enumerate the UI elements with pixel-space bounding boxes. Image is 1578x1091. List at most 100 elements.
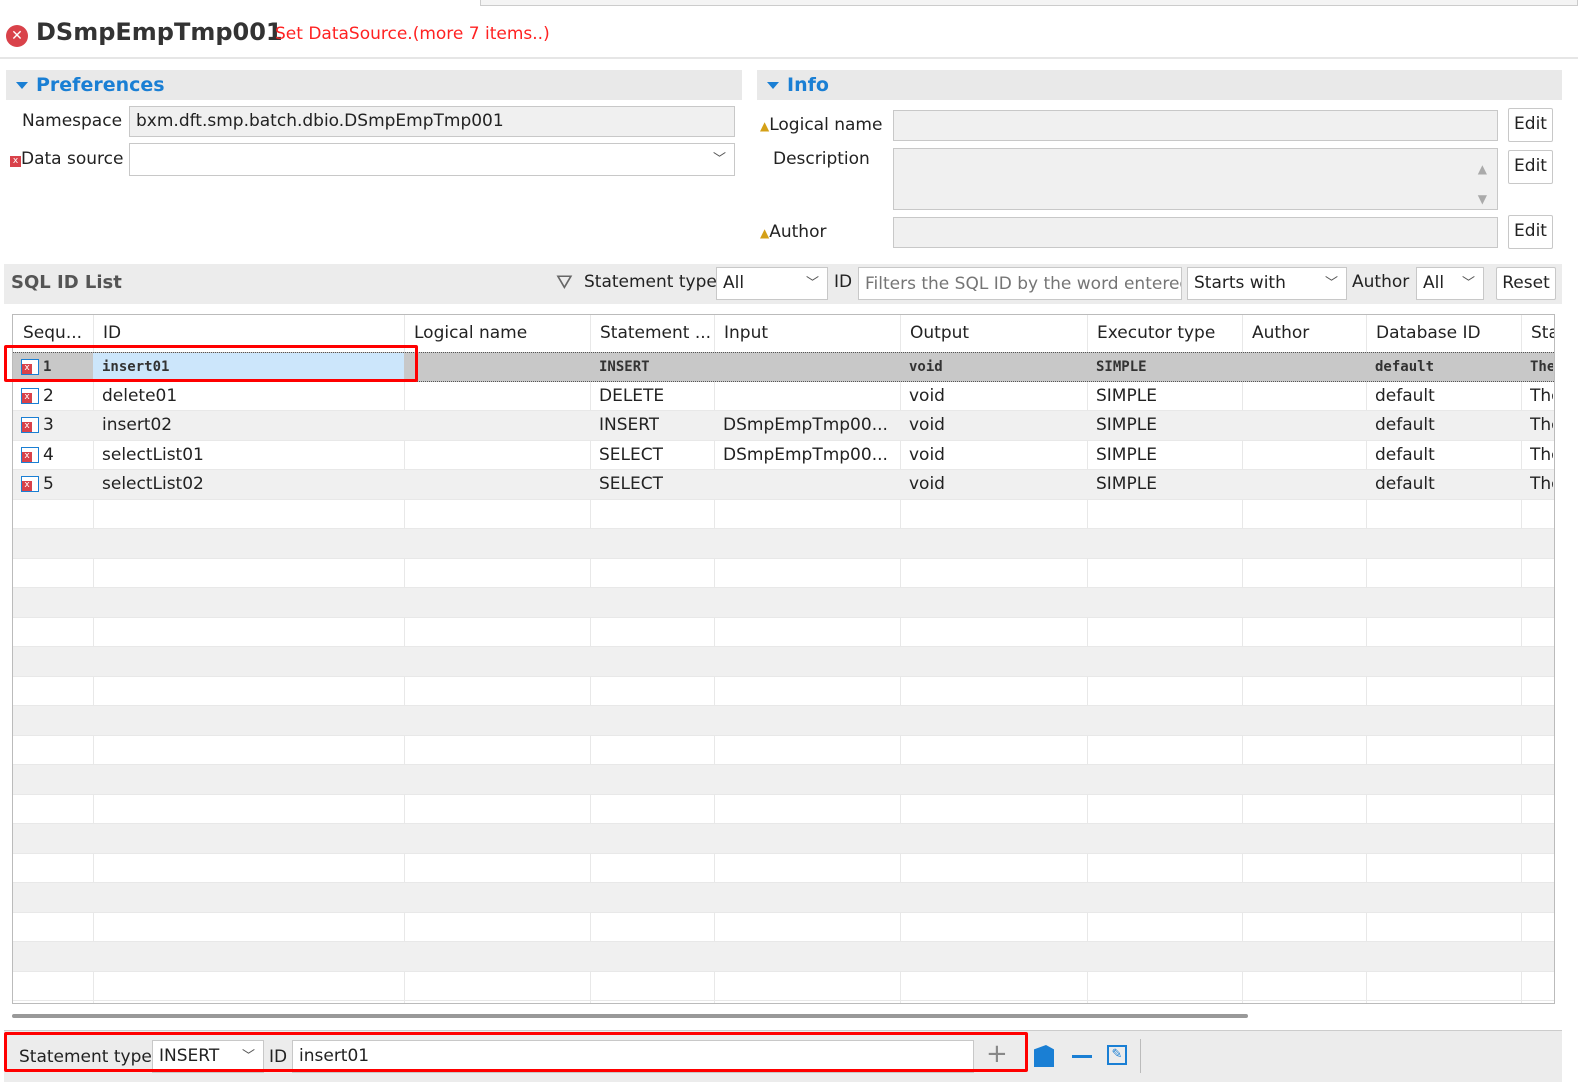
table-cell: SIMPLE: [1096, 415, 1157, 435]
description-label: Description: [773, 149, 870, 169]
empty-row: [13, 854, 1554, 883]
table-cell: 5: [43, 474, 54, 494]
column-header[interactable]: Sta: [1531, 323, 1554, 343]
table-cell: void: [909, 359, 943, 375]
horizontal-scrollbar[interactable]: [12, 1014, 1248, 1018]
namespace-field[interactable]: bxm.dft.smp.batch.dbio.DSmpEmpTmp001: [129, 106, 735, 137]
table-cell: SIMPLE: [1096, 444, 1157, 465]
table-cell: default: [1375, 385, 1435, 406]
empty-row: [13, 765, 1554, 795]
empty-row: [13, 588, 1554, 618]
top-strip: [480, 0, 1578, 6]
table-cell: The: [1530, 385, 1553, 406]
table-cell: The: [1530, 474, 1553, 494]
match-mode-value: Starts with: [1194, 273, 1286, 293]
warning-icon: ▲: [760, 119, 770, 133]
table-cell: SELECT: [599, 474, 663, 494]
chevron-down-icon: ﹀: [805, 276, 819, 291]
error-message[interactable]: Set DataSource.(more 7 items..): [275, 24, 550, 44]
scroll-down-icon[interactable]: ▼: [1478, 185, 1487, 214]
table-cell: void: [909, 474, 945, 494]
sql-error-icon: [21, 446, 39, 463]
logical-name-label-text: Logical name: [769, 115, 883, 135]
table-row[interactable]: 5 selectList02 SELECT void SIMPLE default The: [13, 470, 1554, 500]
chevron-down-icon: ﹀: [1461, 276, 1475, 291]
logical-name-field[interactable]: [893, 110, 1498, 141]
scroll-up-icon[interactable]: ▲: [1478, 155, 1487, 184]
match-mode-combo[interactable]: Starts with ﹀: [1187, 267, 1347, 300]
author-field[interactable]: [893, 217, 1498, 248]
empty-row: [13, 618, 1554, 647]
table-cell: selectList01: [102, 444, 204, 465]
table-cell: 3: [43, 415, 54, 435]
column-header[interactable]: Statement ...: [600, 323, 711, 343]
table-cell: The: [1530, 359, 1553, 375]
error-marker-icon: x: [10, 156, 21, 167]
highlight-selected-row: [4, 345, 418, 382]
statement-type-label: Statement type: [584, 272, 717, 292]
column-header[interactable]: Executor type: [1097, 323, 1215, 343]
table-cell: SIMPLE: [1096, 359, 1147, 375]
author-filter-label: Author: [1352, 272, 1410, 292]
empty-row: [13, 647, 1554, 677]
id-label: ID: [834, 272, 853, 292]
filter-icon: ⛛: [556, 270, 573, 294]
table-row[interactable]: 4 selectList01 SELECT DSmpEmpTmp00... void SI…: [13, 441, 1554, 470]
column-header[interactable]: Author: [1252, 323, 1309, 343]
namespace-label: Namespace: [22, 111, 123, 131]
sql-id-table: Sequ... ID Logical name Statement ... Input O…: [12, 314, 1555, 1004]
empty-row: [13, 736, 1554, 765]
column-header[interactable]: Sequ...: [23, 323, 82, 343]
table-cell: insert02: [102, 415, 173, 435]
table-cell: SELECT: [599, 444, 663, 465]
table-cell: default: [1375, 474, 1435, 494]
id-filter-input[interactable]: [858, 267, 1182, 300]
datasource-combo[interactable]: ﹀: [129, 143, 735, 176]
column-header[interactable]: Database ID: [1376, 323, 1481, 343]
column-header[interactable]: ID: [103, 323, 121, 343]
preferences-section-header[interactable]: Preferences: [6, 70, 742, 100]
edit-description-button[interactable]: Edit: [1508, 150, 1553, 184]
table-row[interactable]: 3 insert02 INSERT DSmpEmpTmp00... void SIMPLE…: [13, 411, 1554, 441]
table-cell: DELETE: [599, 385, 665, 406]
empty-row: [13, 500, 1554, 529]
column-header[interactable]: Input: [724, 323, 768, 343]
chevron-down-icon: ﹀: [1324, 276, 1338, 291]
empty-row: [13, 883, 1554, 913]
empty-row: [13, 529, 1554, 559]
divider: [0, 57, 1578, 59]
info-section-header[interactable]: Info: [757, 70, 1562, 100]
empty-row: [13, 972, 1554, 1001]
column-header[interactable]: Output: [910, 323, 969, 343]
table-cell: 4: [43, 444, 54, 465]
statement-type-value: All: [723, 273, 745, 293]
table-cell: DSmpEmpTmp00...: [723, 444, 888, 465]
table-row[interactable]: 2 delete01 DELETE void SIMPLE default The: [13, 382, 1554, 411]
edit-icon[interactable]: ✎: [1107, 1045, 1127, 1065]
preferences-title: Preferences: [36, 74, 165, 96]
empty-row: [13, 559, 1554, 588]
sql-id-list-title: SQL ID List: [11, 272, 122, 293]
remove-icon[interactable]: [1072, 1055, 1092, 1058]
page-title: DSmpEmpTmp001: [36, 18, 283, 46]
table-cell: selectList02: [102, 474, 204, 494]
table-cell: DSmpEmpTmp00...: [723, 415, 888, 435]
sql-id-toolbar: SQL ID List ⛛ Statement type All ﹀ ID Sta…: [4, 264, 1562, 304]
author-filter-combo[interactable]: All ﹀: [1416, 267, 1484, 300]
separator: [1140, 1039, 1141, 1073]
description-field[interactable]: ▲ ▼: [893, 148, 1498, 210]
warning-icon: ▲: [760, 226, 770, 240]
edit-logical-name-button[interactable]: Edit: [1508, 108, 1553, 142]
logical-name-label: ▲Logical name: [760, 115, 882, 135]
table-cell: default: [1375, 415, 1435, 435]
info-title: Info: [787, 74, 829, 96]
edit-author-button[interactable]: Edit: [1508, 215, 1553, 249]
column-header[interactable]: Logical name: [414, 323, 527, 343]
copy-icon[interactable]: [1034, 1045, 1054, 1067]
table-cell: 2: [43, 385, 54, 406]
datasource-label-text: Data source: [21, 149, 124, 169]
empty-row: [13, 795, 1554, 824]
reset-button[interactable]: Reset: [1496, 267, 1556, 300]
statement-type-filter[interactable]: All ﹀: [716, 267, 828, 300]
highlight-bottom-bar: [4, 1032, 1028, 1072]
